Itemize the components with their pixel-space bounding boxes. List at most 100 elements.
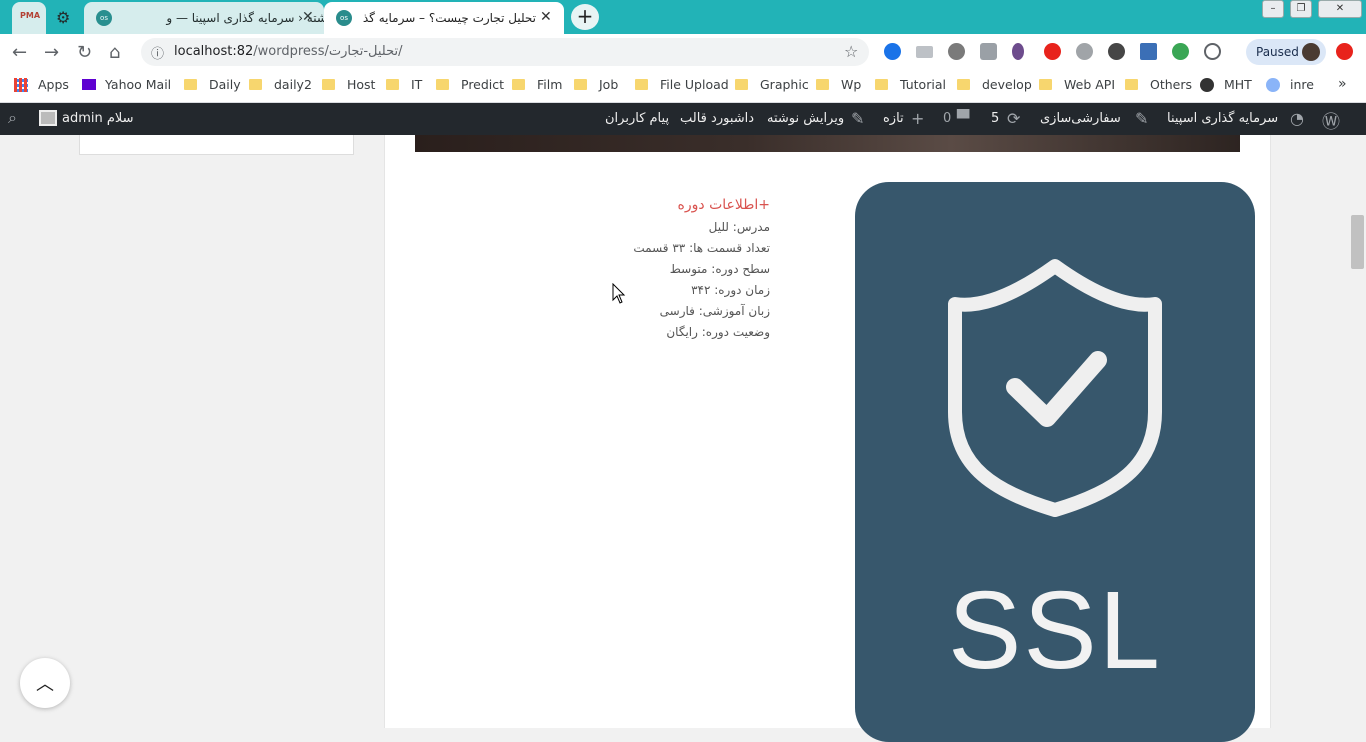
new-tab-button[interactable]: + (571, 4, 599, 30)
folder-icon (574, 79, 587, 90)
pencil-icon: ✎ (851, 109, 865, 128)
edit-post-link[interactable]: ویرایش نوشته (767, 111, 844, 126)
updates-icon: ⟳ (1007, 109, 1021, 128)
back-to-top-button[interactable]: ︿ (20, 658, 70, 708)
close-window-button[interactable]: ✕ (1318, 0, 1362, 18)
extension-icon[interactable] (1204, 43, 1221, 60)
chevron-more-icon[interactable]: » (1338, 76, 1347, 92)
bookmark-apps[interactable]: Apps (14, 77, 69, 92)
tab-settings[interactable]: ⚙ (50, 2, 80, 34)
extension-icon[interactable] (1172, 43, 1189, 60)
back-icon[interactable]: ← (12, 42, 27, 63)
folder-icon (875, 79, 888, 90)
bookmark-label: Web API (1064, 77, 1116, 92)
bookmark-develop[interactable]: develop (957, 77, 1032, 92)
wp-admin-bar: Ⓦ ◔ سرمایه گذاری اسپینا ✎ سفارشی‌سازی ⟳ … (0, 103, 1366, 135)
bookmark-label: Tutorial (900, 77, 946, 92)
bookmark-label: inre (1290, 77, 1314, 92)
bookmark-wp[interactable]: Wp (816, 77, 861, 92)
folder-icon (512, 79, 525, 90)
address-bar[interactable]: ⓘ localhost:82/wordpress/تحلیل-تجارت/ ☆ (141, 38, 869, 66)
bookmark-label: daily2 (274, 77, 312, 92)
profile-button[interactable]: Paused (1246, 39, 1326, 65)
url-path: /wordpress/تحلیل-تجارت/ (253, 44, 403, 59)
user-greeting[interactable]: سلام admin (62, 111, 134, 126)
close-icon[interactable]: ✕ (302, 9, 314, 25)
extension-icon[interactable] (980, 43, 997, 60)
sidebar-widget (79, 135, 354, 155)
tab-edit-post[interactable]: os ویرایش نوشته ‹ سرمایه گذاری اسپینا — … (84, 2, 378, 34)
forward-icon[interactable]: → (44, 42, 59, 63)
shield-check-icon (948, 259, 1162, 517)
tab-current[interactable]: os تحلیل تجارت چیست؟ – سرمایه گذاری اسپ … (324, 2, 564, 34)
restore-button[interactable]: ❐ (1290, 0, 1312, 18)
comments-count[interactable]: 0 (943, 111, 951, 126)
theme-dashboard-link[interactable]: داشبورد قالب (680, 111, 754, 126)
tab-title: تحلیل تجارت چیست؟ – سرمایه گذاری اسپ (362, 11, 536, 25)
bookmarks-bar: Apps Yahoo Mail Daily daily2 Host IT Pre… (0, 70, 1366, 103)
home-icon[interactable]: ⌂ (109, 42, 120, 63)
bookmark-others[interactable]: Others (1125, 77, 1192, 92)
bookmark-web-api[interactable]: Web API (1039, 77, 1115, 92)
extension-icon[interactable] (884, 43, 901, 60)
bookmark-inre[interactable]: inre (1266, 77, 1314, 92)
customize-link[interactable]: سفارشی‌سازی (1040, 111, 1121, 126)
updates-count[interactable]: 5 (991, 111, 999, 126)
course-info-title[interactable]: +اطلاعات دوره (560, 193, 770, 217)
new-content-link[interactable]: تازه (883, 111, 904, 126)
scrollbar-thumb[interactable] (1351, 215, 1364, 269)
site-name-link[interactable]: سرمایه گذاری اسپینا (1167, 111, 1278, 126)
bookmark-daily2[interactable]: daily2 (249, 77, 312, 92)
bookmark-file-upload[interactable]: File Upload (635, 77, 729, 92)
user-messages-link[interactable]: پیام کاربران (605, 111, 669, 126)
minimize-button[interactable]: – (1262, 0, 1284, 18)
folder-icon (1039, 79, 1052, 90)
bookmark-it[interactable]: IT (386, 77, 422, 92)
mail-icon[interactable] (916, 46, 933, 58)
bookmark-host[interactable]: Host (322, 77, 375, 92)
bookmark-label: Predict (461, 77, 505, 92)
folder-icon (184, 79, 197, 90)
dropper-icon[interactable] (1012, 43, 1024, 60)
bookmark-yahoo-mail[interactable]: Yahoo Mail (82, 77, 171, 92)
course-info-line: زبان آموزشی: فارسی (659, 304, 770, 318)
yahoo-mail-icon (82, 79, 96, 90)
globe-icon[interactable] (1076, 43, 1093, 60)
update-icon[interactable] (1336, 43, 1353, 60)
bookmark-tutorial[interactable]: Tutorial (875, 77, 946, 92)
search-icon[interactable]: ⌕ (8, 108, 17, 128)
hero-image (415, 135, 1240, 152)
save-icon[interactable] (1140, 43, 1157, 60)
dashboard-icon: ◔ (1290, 109, 1304, 128)
bookmark-label: IT (411, 77, 423, 92)
tab-pma[interactable]: PMA (12, 2, 46, 34)
close-icon[interactable]: ✕ (540, 9, 552, 25)
avatar (1302, 43, 1320, 61)
adblock-icon[interactable] (1044, 43, 1061, 60)
wordpress-logo-icon[interactable]: Ⓦ (1322, 108, 1340, 134)
course-info: +اطلاعات دوره مدرس: للیل تعداد قسمت ها: … (560, 193, 770, 343)
folder-icon (1125, 79, 1138, 90)
bookmark-daily[interactable]: Daily (184, 77, 241, 92)
avatar (39, 110, 57, 126)
star-icon[interactable]: ☆ (844, 42, 858, 61)
bookmark-label: File Upload (660, 77, 729, 92)
bookmark-mht[interactable]: MHT (1200, 77, 1252, 92)
reload-icon[interactable]: ↻ (77, 42, 92, 63)
course-info-line: زمان دوره: ۳۴۲ (691, 283, 770, 297)
bookmark-label: Yahoo Mail (105, 77, 172, 92)
bookmark-film[interactable]: Film (512, 77, 562, 92)
wordpress-icon[interactable] (1108, 43, 1125, 60)
globe-icon (1200, 77, 1214, 92)
comment-icon: ▀ (957, 109, 970, 128)
url-text: localhost:82/wordpress/تحلیل-تجارت/ (174, 44, 403, 59)
bookmark-graphic[interactable]: Graphic (735, 77, 809, 92)
ssl-caption: SSL (948, 569, 1162, 692)
bookmark-job[interactable]: Job (574, 77, 618, 92)
bookmark-label: Graphic (760, 77, 809, 92)
brush-icon: ✎ (1135, 109, 1149, 128)
extension-icon[interactable] (948, 43, 965, 60)
bookmark-predict[interactable]: Predict (436, 77, 504, 92)
bookmark-label: Daily (209, 77, 241, 92)
info-icon[interactable]: ⓘ (151, 43, 164, 62)
